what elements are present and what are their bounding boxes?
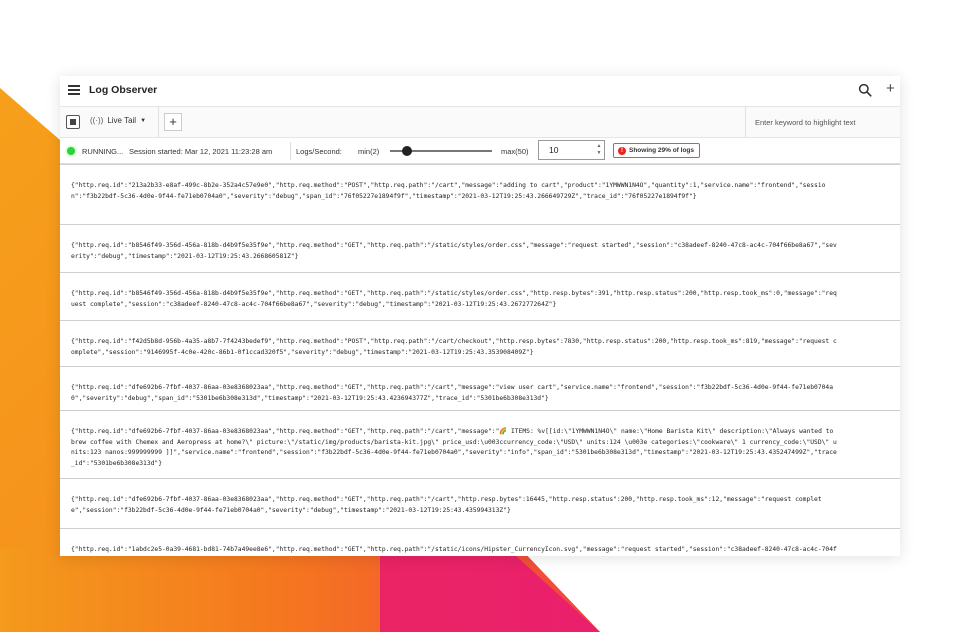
log-entry-text: {"http.req.id":"1abdc2e5-0a39-4681-bd81-… [71,546,837,553]
log-entry-text: {"http.req.id":"213a2b33-e8af-499c-8b2e-… [71,182,826,200]
log-entry[interactable]: {"http.req.id":"dfe692b6-7fbf-4037-86aa-… [60,366,900,410]
stop-button[interactable] [66,115,80,129]
log-entry[interactable]: {"http.req.id":"213a2b33-e8af-499c-8b2e-… [60,164,900,224]
log-entry-text: {"http.req.id":"dfe692b6-7fbf-4037-86aa-… [71,428,837,467]
log-entry-text: {"http.req.id":"dfe692b6-7fbf-4037-86aa-… [71,496,822,514]
status-bar: RUNNING... Session started: Mar 12, 2021… [60,138,900,164]
showing-percentage-badge: ! Showing 29% of logs [613,143,701,158]
log-entry[interactable]: {"http.req.id":"b8546f49-356d-456a-818b-… [60,272,900,320]
log-entry[interactable]: {"http.req.id":"f42d5b8d-956b-4a35-a8b7-… [60,320,900,366]
log-observer-window: Log Observer + ((·)) Live Tail ▼ + RUNNI… [60,76,900,556]
running-indicator [67,147,75,155]
logs-per-second-label: Logs/Second: [296,147,342,156]
live-tail-label: Live Tail [107,116,137,125]
log-entry-text: {"http.req.id":"dfe692b6-7fbf-4037-86aa-… [71,384,834,402]
log-entry-text: {"http.req.id":"f42d5b8d-956b-4a35-a8b7-… [71,338,837,356]
log-entry[interactable]: {"http.req.id":"dfe692b6-7fbf-4037-86aa-… [60,478,900,528]
add-icon[interactable]: + [886,81,898,97]
search-icon[interactable] [858,83,872,97]
warning-icon: ! [618,146,626,155]
hamburger-menu-icon[interactable] [68,85,80,95]
rate-stepper[interactable]: ▲ ▼ [595,143,603,157]
status-divider [290,142,291,160]
log-entry-text: {"http.req.id":"b8546f49-356d-456a-818b-… [71,290,837,308]
log-stream: {"http.req.id":"213a2b33-e8af-499c-8b2e-… [60,164,900,556]
log-entry-text: {"http.req.id":"b8546f49-356d-456a-818b-… [71,242,837,260]
log-entry[interactable]: {"http.req.id":"1abdc2e5-0a39-4681-bd81-… [60,528,900,556]
session-started: Session started: Mar 12, 2021 11:23:28 a… [129,147,273,156]
app-title: Log Observer [89,84,158,96]
showing-text: Showing 29% of logs [629,147,695,154]
running-status: RUNNING... [82,147,124,156]
toolbar: ((·)) Live Tail ▼ + [60,106,900,138]
slider-min-label: min(2) [358,147,380,156]
live-tail-dropdown[interactable]: ((·)) Live Tail ▼ [90,116,146,125]
chevron-down-icon: ▼ [140,117,147,124]
rate-slider-thumb[interactable] [402,146,412,156]
highlight-keyword-input[interactable] [746,107,900,137]
screenshot-stage: Log Observer + ((·)) Live Tail ▼ + RUNNI… [0,0,960,632]
log-entry[interactable]: {"http.req.id":"b8546f49-356d-456a-818b-… [60,224,900,272]
slider-max-label: max(50) [501,147,529,156]
title-bar: Log Observer + [60,76,900,106]
toolbar-divider [158,107,159,137]
log-entry[interactable]: {"http.req.id":"dfe692b6-7fbf-4037-86aa-… [60,410,900,478]
broadcast-icon: ((·)) [90,116,104,125]
add-tab-button[interactable]: + [164,113,182,131]
